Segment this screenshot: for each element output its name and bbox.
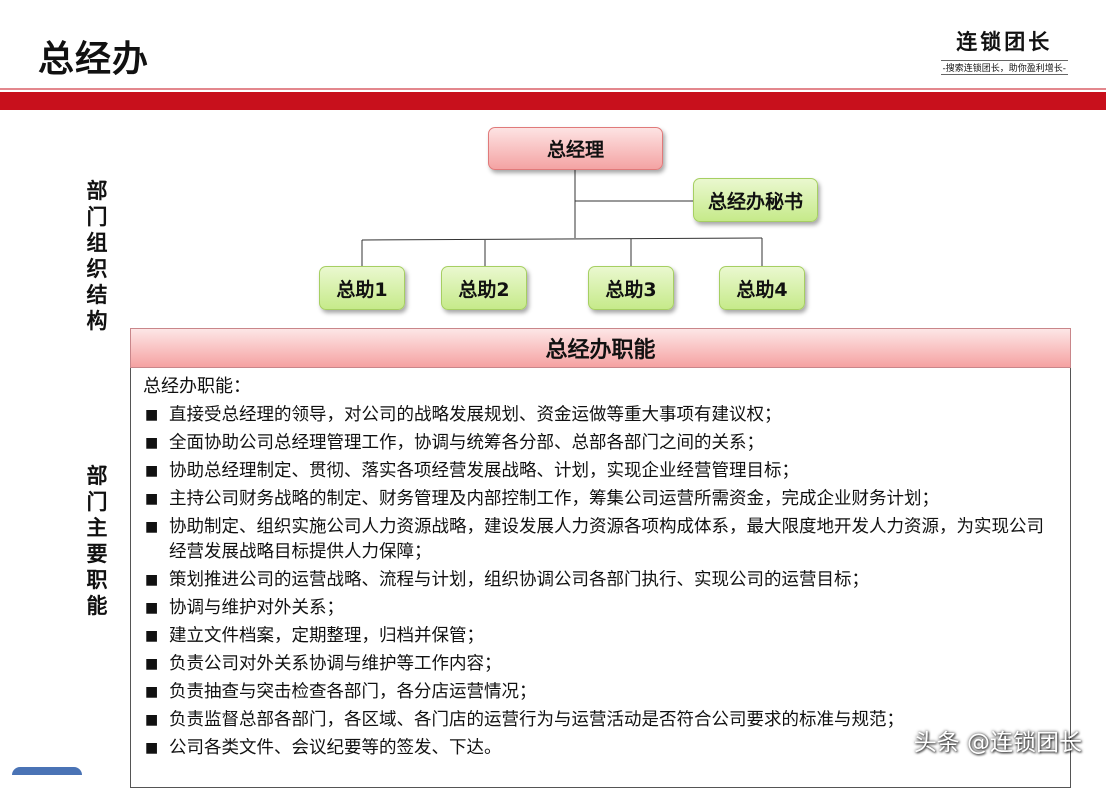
bullet-square-icon: ■ bbox=[145, 463, 159, 479]
list-item-text: 协助总经理制定、贯彻、落实各项经营发展战略、计划，实现企业经营管理目标； bbox=[169, 461, 799, 481]
list-item-text: 负责公司对外关系协调与维护等工作内容； bbox=[169, 654, 502, 674]
side-char: 要 bbox=[86, 542, 108, 566]
functions-list: ■ 直接受总经理的领导，对公司的战略发展规划、资金运做等重大事项有建议权； ■ 全面… bbox=[143, 403, 1060, 761]
side-char: 能 bbox=[86, 594, 108, 618]
list-item: ■ 建立文件档案，定期整理，归档并保管； bbox=[143, 624, 1060, 649]
list-item-text: 协调与维护对外关系； bbox=[169, 598, 344, 618]
list-item: ■ 直接受总经理的领导，对公司的战略发展规划、资金运做等重大事项有建议权； bbox=[143, 403, 1060, 428]
node-general-manager: 总经理 bbox=[488, 127, 663, 170]
side-char: 门 bbox=[86, 490, 108, 514]
list-item-text: 公司各类文件、会议纪要等的签发、下达。 bbox=[169, 738, 502, 758]
corner-decoration bbox=[12, 767, 82, 775]
list-item-text: 主持公司财务战略的制定、财务管理及内部控制工作，筹集公司运营所需资金，完成企业财… bbox=[169, 489, 939, 509]
node-assistant-2: 总助2 bbox=[441, 266, 527, 310]
list-item: ■ 协助总经理制定、贯彻、落实各项经营发展战略、计划，实现企业经营管理目标； bbox=[143, 459, 1060, 484]
bullet-square-icon: ■ bbox=[145, 740, 159, 756]
list-item: ■ 协调与维护对外关系； bbox=[143, 596, 1060, 621]
list-item: ■ 负责抽查与突击检查各部门，各分店运营情况； bbox=[143, 680, 1060, 705]
bullet-square-icon: ■ bbox=[145, 519, 159, 535]
list-item-text: 策划推进公司的运营战略、流程与计划，组织协调公司各部门执行、实现公司的运营目标； bbox=[169, 570, 869, 590]
node-assistant-4: 总助4 bbox=[719, 266, 805, 310]
list-item: ■ 策划推进公司的运营战略、流程与计划，组织协调公司各部门执行、实现公司的运营目标… bbox=[143, 568, 1060, 593]
bullet-square-icon: ■ bbox=[145, 712, 159, 728]
bullet-square-icon: ■ bbox=[145, 656, 159, 672]
list-item-text: 协助制定、组织实施公司人力资源战略，建设发展人力资源各项构成体系，最大限度地开发… bbox=[169, 517, 1044, 562]
watermark: 头条 @连锁团长 bbox=[913, 730, 1082, 756]
bullet-square-icon: ■ bbox=[145, 628, 159, 644]
connector-line bbox=[361, 237, 763, 241]
list-item: ■ 主持公司财务战略的制定、财务管理及内部控制工作，筹集公司运营所需资金，完成企业… bbox=[143, 487, 1060, 512]
bullet-square-icon: ■ bbox=[145, 407, 159, 423]
list-item-text: 全面协助公司总经理管理工作，协调与统筹各分部、总部各部门之间的关系； bbox=[169, 433, 764, 453]
list-item-text: 负责抽查与突击检查各部门，各分店运营情况； bbox=[169, 682, 537, 702]
node-assistant-3: 总助3 bbox=[588, 266, 674, 310]
bullet-square-icon: ■ bbox=[145, 600, 159, 616]
side-label-functions: 部 门 主 要 职 能 bbox=[82, 463, 112, 619]
functions-intro: 总经办职能： bbox=[143, 376, 251, 397]
side-char: 主 bbox=[86, 516, 108, 540]
side-char: 部 bbox=[86, 464, 108, 488]
list-item-text: 负责监督总部各部门，各区域、各门店的运营行为与运营活动是否符合公司要求的标准与规… bbox=[169, 710, 904, 730]
list-item: ■ 协助制定、组织实施公司人力资源战略，建设发展人力资源各项构成体系，最大限度地开… bbox=[143, 515, 1060, 565]
list-item: ■ 负责公司对外关系协调与维护等工作内容； bbox=[143, 652, 1060, 677]
list-item-text: 直接受总经理的领导，对公司的战略发展规划、资金运做等重大事项有建议权； bbox=[169, 405, 782, 425]
node-secretary: 总经办秘书 bbox=[693, 178, 818, 222]
bullet-square-icon: ■ bbox=[145, 491, 159, 507]
bullet-square-icon: ■ bbox=[145, 572, 159, 588]
list-item-text: 建立文件档案，定期整理，归档并保管； bbox=[169, 626, 484, 646]
bullet-square-icon: ■ bbox=[145, 684, 159, 700]
side-char: 职 bbox=[86, 568, 108, 592]
functions-header: 总经办职能 bbox=[130, 328, 1071, 368]
bullet-square-icon: ■ bbox=[145, 435, 159, 451]
list-item: ■ 全面协助公司总经理管理工作，协调与统筹各分部、总部各部门之间的关系； bbox=[143, 431, 1060, 456]
node-assistant-1: 总助1 bbox=[319, 266, 405, 310]
